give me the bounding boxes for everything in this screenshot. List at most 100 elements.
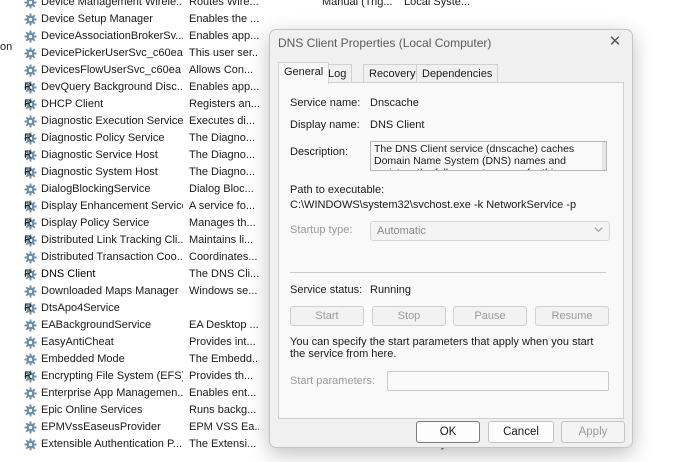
service-description: Manages th... (189, 217, 256, 229)
left-pane-text: on (0, 41, 13, 53)
gear-icon (24, 336, 37, 349)
gear-icon (24, 47, 37, 60)
service-description: The Diagno... (189, 132, 256, 144)
service-name: Diagnostic Execution Service (41, 115, 183, 127)
service-name-value: Dnscache (370, 97, 419, 109)
gear-icon (24, 404, 37, 417)
service-description: Allows Con... (189, 64, 254, 76)
service-name: Diagnostic Service Host (41, 149, 158, 161)
service-name: DeviceAssociationBrokerSv... (41, 30, 183, 42)
service-name: EasyAntiCheat (41, 336, 114, 348)
startup-type-select[interactable]: Automatic (370, 221, 610, 241)
service-description: Enables ent... (189, 387, 257, 399)
service-name: Device Setup Manager (41, 13, 153, 25)
service-description: The DNS Cli... (189, 268, 259, 280)
service-name: EPMVssEaseusProvider (41, 421, 161, 433)
service-name: EABackgroundService (41, 319, 152, 331)
description-text: The DNS Client service (dnscache) caches… (374, 143, 575, 170)
gear-icon (24, 285, 37, 298)
service-status: R (24, 98, 32, 110)
display-name-label: Display name: (290, 119, 360, 131)
gear-icon (24, 0, 37, 9)
resume-button[interactable]: Resume (535, 306, 609, 326)
service-name: Encrypting File System (EFS) (41, 370, 183, 382)
service-description: Runs backg... (189, 404, 257, 416)
startup-type-value: Automatic (377, 225, 426, 237)
service-description: EA Desktop ... (189, 319, 259, 331)
service-description: Coordinates... (189, 251, 258, 263)
service-row[interactable]: Device Management Wirele... Routes Wire..… (24, 0, 700, 11)
service-name: DtsApo4Service (41, 302, 120, 314)
service-description: The Extensi... (189, 438, 257, 450)
service-status: R (24, 268, 32, 280)
gear-icon (24, 64, 37, 77)
service-description: A service fo... (189, 200, 256, 212)
service-name: Epic Online Services (41, 404, 143, 416)
description-scrollbar[interactable] (602, 142, 606, 170)
service-name: Diagnostic Policy Service (41, 132, 165, 144)
start-params-label: Start parameters: (290, 375, 375, 387)
gear-icon (24, 421, 37, 434)
service-name: DevicesFlowUserSvc_c60ea (41, 64, 181, 76)
service-status: R (24, 166, 32, 178)
description-box[interactable]: The DNS Client service (dnscache) caches… (370, 141, 607, 171)
service-description: Enables app... (189, 30, 259, 42)
gear-icon (24, 387, 37, 400)
service-status-value: Running (370, 284, 411, 296)
service-description: This user ser... (189, 47, 259, 59)
path-value: C:\WINDOWS\system32\svchost.exe -k Netwo… (290, 199, 577, 211)
tab-dependencies[interactable]: Dependencies (416, 64, 499, 83)
service-description: Routes Wire... (189, 0, 259, 8)
service-name-label: Service name: (290, 97, 361, 109)
service-description: Enables the ... (189, 13, 259, 25)
service-description: EPM VSS Ea... (189, 421, 259, 433)
service-name: DHCP Client (41, 98, 104, 110)
pause-button[interactable]: Pause (453, 306, 527, 326)
service-status: R (24, 200, 32, 212)
service-log-on-as: Local Syste... (404, 0, 471, 8)
service-description: Windows se... (189, 285, 258, 297)
start-params-input[interactable] (387, 371, 609, 391)
service-row[interactable]: Device Setup Manager Enables the ... (24, 11, 700, 28)
service-status: R (24, 81, 32, 93)
service-description: The Embedd... (189, 353, 259, 365)
apply-button[interactable]: Apply (561, 421, 625, 443)
service-description: Dialog Bloc... (189, 183, 254, 195)
stop-button[interactable]: Stop (372, 306, 446, 326)
dialog-title: DNS Client Properties (Local Computer) (278, 36, 492, 50)
gear-icon (24, 115, 37, 128)
service-status: R (24, 234, 32, 246)
service-name: Distributed Link Tracking Cli... (41, 234, 183, 246)
gear-icon (24, 438, 37, 451)
close-icon[interactable]: ✕ (606, 33, 624, 51)
service-name: Extensible Authentication P... (41, 438, 183, 450)
display-name-value: DNS Client (370, 119, 425, 131)
service-name: Distributed Transaction Coo... (41, 251, 183, 263)
divider (290, 272, 606, 273)
service-name: Embedded Mode (41, 353, 125, 365)
service-name: Display Enhancement Service (41, 200, 183, 212)
service-name: Diagnostic System Host (41, 166, 158, 178)
start-button[interactable]: Start (290, 306, 364, 326)
service-name: Enterprise App Managemen... (41, 387, 183, 399)
tab-recovery[interactable]: Recovery (363, 64, 422, 83)
tab-general[interactable]: General (278, 62, 330, 84)
gear-icon (24, 13, 37, 26)
service-status-label: Service status: (290, 284, 363, 296)
gear-icon (24, 30, 37, 43)
service-status: R (24, 217, 32, 229)
service-description: Executes di... (189, 115, 256, 127)
service-description: Registers an... (189, 98, 259, 110)
service-description: The Diagno... (189, 149, 256, 161)
service-name: Downloaded Maps Manager (41, 285, 179, 297)
service-name: DevQuery Background Disc... (41, 81, 183, 93)
ok-button[interactable]: OK (416, 421, 480, 443)
service-status: R (24, 370, 32, 382)
description-label: Description: (290, 146, 349, 158)
service-name: DNS Client (41, 268, 96, 280)
service-description: Enables app... (189, 81, 259, 93)
path-label: Path to executable: (290, 184, 385, 196)
startup-type-label: Startup type: (290, 224, 353, 236)
properties-dialog: DNS Client Properties (Local Computer) ✕… (269, 29, 633, 448)
cancel-button[interactable]: Cancel (488, 421, 554, 443)
